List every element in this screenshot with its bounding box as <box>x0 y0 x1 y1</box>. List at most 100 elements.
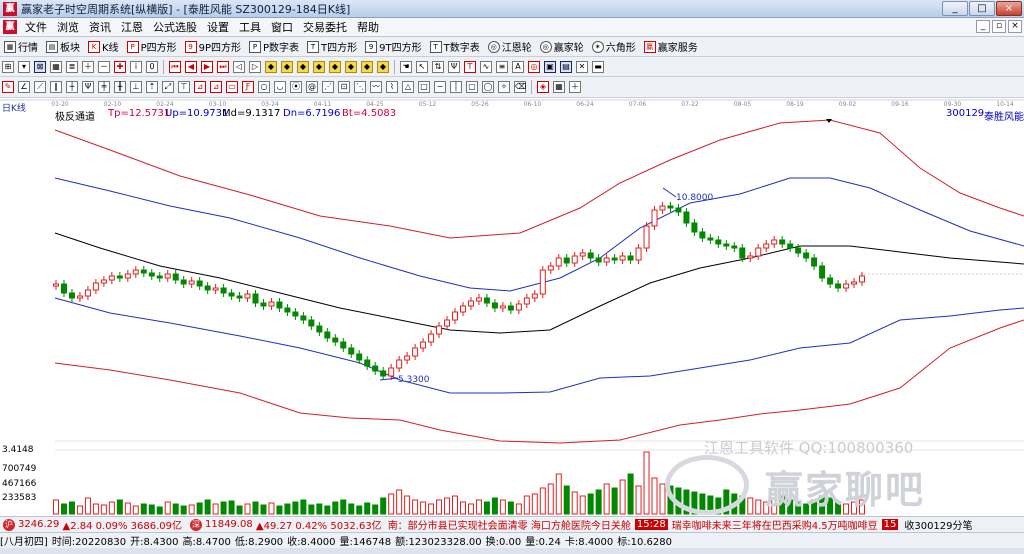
gann-fan-icon[interactable]: ⋰ <box>322 81 334 93</box>
prev-icon[interactable]: ◀ <box>185 60 197 73</box>
channel-icon[interactable]: ⊥ <box>130 81 142 93</box>
delete-icon[interactable]: ✕ <box>576 60 588 73</box>
sh-index-icon[interactable]: 沪 <box>3 518 15 531</box>
info-icon[interactable]: i <box>130 60 142 73</box>
pitchfork-icon[interactable]: Ψ <box>82 81 94 93</box>
step-back-icon[interactable]: ◁ <box>233 60 245 73</box>
parallel-icon[interactable]: ∥ <box>50 81 62 93</box>
fan-icon[interactable]: ⟋ <box>34 81 46 93</box>
zoom-in-icon[interactable]: ＋ <box>82 60 94 73</box>
menu-help[interactable]: 帮助 <box>352 19 384 35</box>
diamond-1-icon[interactable]: ◆ <box>265 60 277 73</box>
news-ticker-1[interactable]: 南：部分市县已实现社会面清零 海口方舱医院今日关舱 <box>388 517 631 532</box>
arrows-icon[interactable]: ⇅ <box>432 60 444 73</box>
tb-t-table[interactable]: T T数字表 <box>426 39 484 54</box>
tb-service[interactable]: 赢赢家服务 <box>640 39 702 54</box>
tb-9t-square[interactable]: 9 9T四方形 <box>361 39 425 54</box>
save-icon[interactable]: ▣ <box>544 60 556 73</box>
fork-icon[interactable]: Ψ <box>448 60 460 73</box>
tb-quotes[interactable]: ▦ 行情 <box>0 39 42 54</box>
diamond-4-icon[interactable]: ◆ <box>313 60 325 73</box>
angle-icon[interactable]: ∠ <box>18 81 30 93</box>
tb-p-table[interactable]: P P数字表 <box>245 39 303 54</box>
menu-window[interactable]: 窗口 <box>266 19 298 35</box>
close-button[interactable]: × <box>996 1 1022 16</box>
print-icon[interactable]: ▤ <box>560 60 572 73</box>
mdi-minimize-icon[interactable]: _ <box>976 20 990 33</box>
spiral-icon[interactable]: @ <box>306 81 318 93</box>
plus-icon[interactable]: ＋ <box>569 81 581 93</box>
menu-info[interactable]: 资讯 <box>84 19 116 35</box>
level-icon[interactable]: ⊤ <box>178 81 190 93</box>
speed-icon[interactable]: ⋱ <box>354 81 366 93</box>
tb-hexagon[interactable]: ✶ 六角形 <box>588 39 640 54</box>
wave-icon[interactable]: ∿ <box>480 60 492 73</box>
menu-formula[interactable]: 公式选股 <box>148 19 202 35</box>
mdi-close-icon[interactable]: × <box>1008 20 1022 33</box>
fib-icon[interactable]: Ƒ <box>242 81 254 93</box>
cycle-icon[interactable]: ⦿ <box>290 81 302 93</box>
arrow-up-icon[interactable]: ⇡ <box>146 81 158 93</box>
ray-icon[interactable]: ⤢ <box>162 81 174 93</box>
tb-kline[interactable]: K K线 <box>84 39 123 54</box>
cross-icon[interactable]: ✚ <box>114 60 126 73</box>
grid-view-icon[interactable]: ⊞ <box>2 60 14 73</box>
vline-icon[interactable]: │ <box>450 81 462 93</box>
tb-t-square[interactable]: T T四方形 <box>303 39 361 54</box>
table-icon[interactable]: ▦ <box>553 81 565 93</box>
diamond-5-icon[interactable]: ◆ <box>329 60 341 73</box>
triangle-icon[interactable]: △ <box>402 81 414 93</box>
star-icon[interactable]: ✧ <box>498 81 510 93</box>
fibo-icon[interactable]: ≡ <box>496 60 508 73</box>
calendar-icon[interactable]: ▦ <box>50 60 62 73</box>
ladder-icon[interactable]: ╪ <box>98 81 110 93</box>
palette-icon[interactable]: ◈ <box>537 81 549 93</box>
period-icon[interactable]: ▾ <box>18 60 30 73</box>
diamond-8-icon[interactable]: ◆ <box>377 60 389 73</box>
hline-icon[interactable]: ─ <box>434 81 446 93</box>
diamond-2-icon[interactable]: ◆ <box>281 60 293 73</box>
menu-gann[interactable]: 江恩 <box>116 19 148 35</box>
tb-winner-wheel[interactable]: ◎ 赢家轮 <box>536 39 588 54</box>
maximize-button[interactable]: □ <box>969 1 995 16</box>
bars-icon[interactable]: ╫ <box>114 81 126 93</box>
circle-icon[interactable]: ◯ <box>482 81 494 93</box>
hand-icon[interactable]: ☚ <box>400 60 412 73</box>
ellipse-icon[interactable]: ○ <box>258 81 270 93</box>
arc-icon[interactable]: ◡ <box>274 81 286 93</box>
pen-icon[interactable]: ✎ <box>2 81 14 93</box>
rectangle-icon[interactable]: □ <box>418 81 430 93</box>
last-icon[interactable]: ⏭ <box>217 60 229 73</box>
tb-gann-wheel[interactable]: ◎ 江恩轮 <box>484 39 536 54</box>
target-icon[interactable]: ◎ <box>528 60 540 73</box>
diamond-7-icon[interactable]: ◆ <box>361 60 373 73</box>
news-ticker-2[interactable]: 瑞幸咖啡未来三年将在巴西采购4.5万吨咖啡豆 <box>672 517 878 532</box>
menu-browse[interactable]: 浏览 <box>52 19 84 35</box>
zoom-out-icon[interactable]: － <box>98 60 110 73</box>
step-forward-icon[interactable]: ▷ <box>249 60 261 73</box>
next-icon[interactable]: ▶ <box>201 60 213 73</box>
cross-line-icon[interactable]: ┼ <box>66 81 78 93</box>
mark-up-icon[interactable]: ⊿ <box>194 81 206 93</box>
chart-icon[interactable]: ⊠ <box>34 60 46 73</box>
list-icon[interactable]: ≣ <box>66 60 78 73</box>
gann-box-icon[interactable]: ⊡ <box>338 81 350 93</box>
menu-file[interactable]: 文件 <box>20 19 52 35</box>
first-icon[interactable]: ⏮ <box>169 60 181 73</box>
sz-index-icon[interactable]: 深 <box>189 518 202 531</box>
diamond-6-icon[interactable]: ◆ <box>345 60 357 73</box>
mark-down-icon[interactable]: ⊿ <box>210 81 222 93</box>
car-icon[interactable]: ▬ <box>592 60 604 73</box>
zigzag-icon[interactable]: ⌇ <box>386 81 398 93</box>
pointer-icon[interactable]: ↖ <box>416 60 428 73</box>
square-icon[interactable]: ▢ <box>466 81 478 93</box>
menu-settings[interactable]: 设置 <box>202 19 234 35</box>
zero-icon[interactable]: 0 <box>146 60 158 73</box>
tb-sectors[interactable]: ▤ 板块 <box>42 39 84 54</box>
text-icon[interactable]: A <box>512 60 524 73</box>
diamond-3-icon[interactable]: ◆ <box>297 60 309 73</box>
tb-p-square[interactable]: P P四方形 <box>123 39 181 54</box>
mdi-restore-icon[interactable]: ▫ <box>992 20 1006 33</box>
tb-9p-square[interactable]: 9 9P四方形 <box>181 39 245 54</box>
menu-trade[interactable]: 交易委托 <box>298 19 352 35</box>
